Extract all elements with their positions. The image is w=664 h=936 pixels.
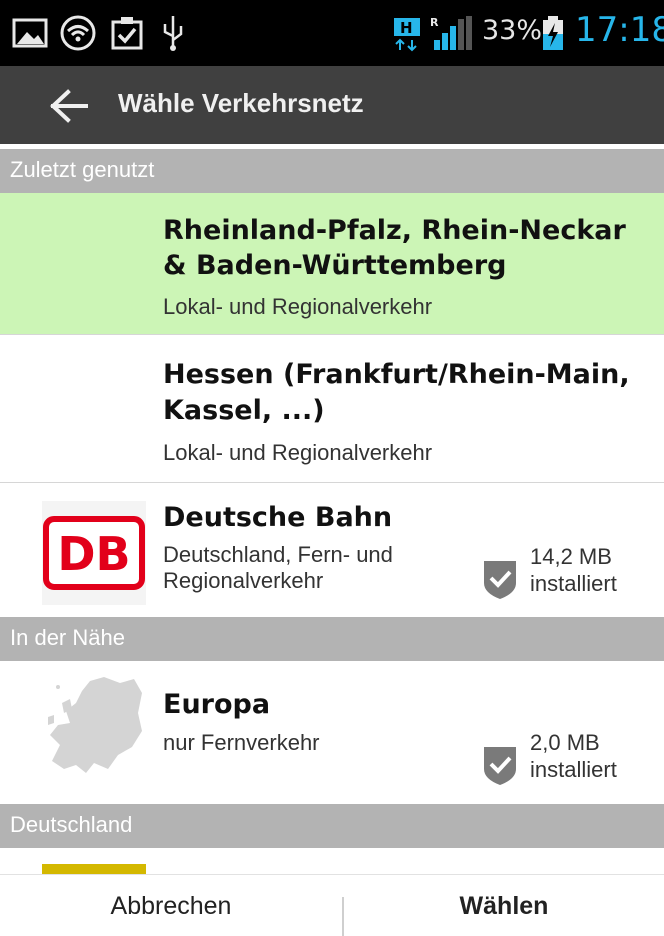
svg-text:R: R [430,16,439,29]
battery-charging-icon [543,16,563,50]
list-item-deutsche-bahn[interactable]: DB Deutsche Bahn Deutschland, Fern- und … [0,483,664,617]
item-subtitle: nur Fernverkehr [163,730,320,755]
signal-icon: R [430,16,472,50]
list-item-europa[interactable]: Europa nur Fernverkehr 2,0 MB installier… [0,661,664,801]
battery-percent: 33% [482,15,543,46]
download-size: 2,0 MB [530,730,600,755]
page-title: Wähle Verkehrsnetz [118,88,364,118]
item-subtitle-line1: Deutschland, Fern- und [163,542,393,567]
install-status: 2,0 MB installiert [482,729,662,789]
usb-icon [163,16,183,51]
item-title: Europa [163,689,271,720]
dialog-actions: Abbrechen Wählen [0,874,664,936]
clock: 17:18 [575,10,664,50]
install-label: installiert [530,571,617,596]
download-size: 14,2 MB [530,544,612,569]
section-label: Deutschland [10,812,133,837]
cancel-button[interactable]: Abbrechen [0,875,342,936]
select-button[interactable]: Wählen [344,875,664,936]
item-title-line2: & Baden-Württemberg [163,250,507,281]
item-subtitle-line2: Regionalverkehr [163,568,324,593]
item-title-line1: Hessen (Frankfurt/Rhein-Main, [163,359,630,390]
section-header-recent: Zuletzt genutzt [0,149,664,193]
shield-check-icon [484,561,516,599]
item-title-line2: Kassel, ...) [163,395,325,426]
item-subtitle: Lokal- und Regionalverkehr [163,440,433,465]
svg-text:H: H [400,19,413,37]
europe-map-icon [48,677,142,773]
item-title: Deutsche Bahn [163,502,393,533]
section-header-germany: Deutschland [0,804,664,848]
list-item-partial[interactable] [0,852,664,874]
install-label: installiert [530,757,617,782]
item-subtitle: Lokal- und Regionalverkehr [163,294,433,319]
item-thumbnail [42,864,146,874]
item-title-line1: Rheinland-Pfalz, Rhein-Neckar [163,215,626,246]
shield-check-icon [484,747,516,785]
status-bar: H R 33% 17:18 [0,0,664,66]
svg-text:DB: DB [57,527,130,581]
clipboard-check-icon [111,17,143,50]
image-icon [12,18,48,48]
install-status: 14,2 MB installiert [482,543,662,603]
hplus-network-icon: H [394,18,420,52]
list-item-hessen[interactable]: Hessen (Frankfurt/Rhein-Main, Kassel, ..… [0,335,664,483]
back-arrow-icon[interactable] [48,88,88,124]
section-label: Zuletzt genutzt [10,157,155,182]
list-item-rheinland-pfalz[interactable]: Rheinland-Pfalz, Rhein-Neckar & Baden-Wü… [0,193,664,335]
wifi-icon [60,15,96,51]
section-label: In der Nähe [10,625,125,650]
action-bar: Wähle Verkehrsnetz [0,66,664,144]
section-header-nearby: In der Nähe [0,617,664,661]
db-logo-icon: DB [42,501,146,605]
